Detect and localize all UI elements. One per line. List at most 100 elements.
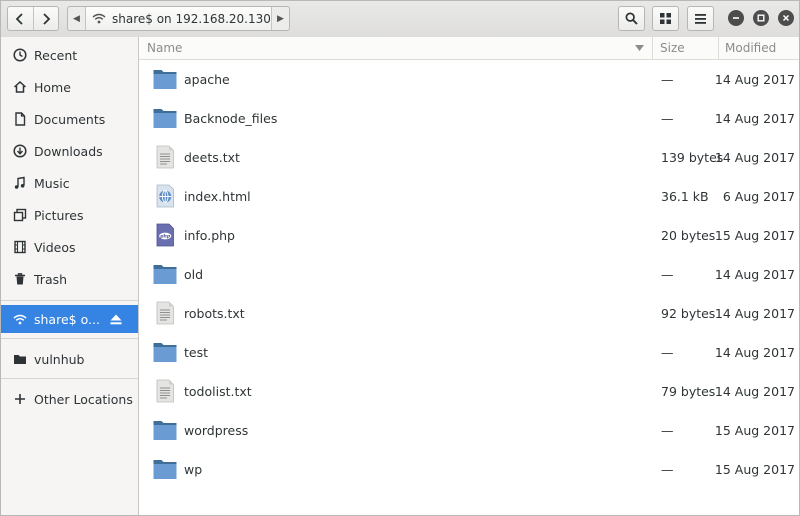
table-row[interactable]: Backnode_files —14 Aug 2017 xyxy=(139,99,799,138)
table-row[interactable]: index.html 36.1 kB 6 Aug 2017 xyxy=(139,177,799,216)
back-button[interactable] xyxy=(8,7,33,30)
file-modified: 15 Aug 2017 xyxy=(714,462,795,477)
sidebar-separator xyxy=(1,378,138,379)
music-icon xyxy=(13,176,27,190)
file-name: info.php xyxy=(184,228,235,243)
table-row[interactable]: deets.txt 139 bytes 14 Aug 2017 xyxy=(139,138,799,177)
search-button[interactable] xyxy=(618,6,645,31)
sidebar-item-documents[interactable]: Documents xyxy=(1,105,138,133)
sidebar-item-downloads[interactable]: Downloads xyxy=(1,137,138,165)
table-row[interactable]: old —14 Aug 2017 xyxy=(139,255,799,294)
text-file-icon xyxy=(153,379,177,403)
file-modified: 14 Aug 2017 xyxy=(714,267,795,282)
column-header-label: Size xyxy=(660,41,685,55)
file-modified: 6 Aug 2017 xyxy=(722,189,795,204)
column-header-label: Name xyxy=(147,41,183,55)
folder-icon xyxy=(153,457,177,481)
sidebar-item-label: Music xyxy=(34,175,70,191)
file-modified: 14 Aug 2017 xyxy=(714,306,795,321)
sidebar-item-home[interactable]: Home xyxy=(1,73,138,101)
chevron-right-icon xyxy=(43,12,51,25)
file-modified: 15 Aug 2017 xyxy=(714,228,795,243)
file-name: wordpress xyxy=(184,423,249,438)
column-header-name[interactable]: Name xyxy=(139,37,653,59)
search-icon xyxy=(625,12,638,25)
sidebar-item-label: Documents xyxy=(34,111,106,127)
column-header-row: Name Size Modified xyxy=(139,37,799,60)
column-header-modified[interactable]: Modified xyxy=(719,37,799,59)
close-button[interactable] xyxy=(778,10,794,26)
file-modified: 15 Aug 2017 xyxy=(714,423,795,438)
file-name: Backnode_files xyxy=(184,111,278,126)
table-row[interactable]: php info.php 20 bytes 15 Aug 2017 xyxy=(139,216,799,255)
sidebar-item-label: vulnhub xyxy=(34,351,85,367)
sidebar-item-label: Home xyxy=(34,79,71,95)
file-name: index.html xyxy=(184,189,251,204)
file-name: old xyxy=(184,267,204,282)
eject-icon[interactable] xyxy=(110,313,122,328)
file-name: todolist.txt xyxy=(184,384,252,399)
close-icon xyxy=(782,14,790,22)
html-file-icon xyxy=(153,184,177,208)
sidebar-item-label: Recent xyxy=(34,47,78,63)
sidebar-item-videos[interactable]: Videos xyxy=(1,233,138,261)
location-label: share$ on 192.168.20.130 xyxy=(112,11,271,26)
column-header-size[interactable]: Size xyxy=(653,37,719,59)
path-crumb-share[interactable]: share$ on 192.168.20.130 xyxy=(86,7,271,30)
path-scroll-left-button[interactable]: ◀ xyxy=(68,7,86,30)
sidebar-separator xyxy=(1,300,138,301)
clock-icon xyxy=(13,48,27,62)
column-header-label: Modified xyxy=(725,41,777,55)
hamburger-menu-icon xyxy=(695,13,706,24)
file-name: wp xyxy=(184,462,203,477)
folder-icon xyxy=(153,418,177,442)
folder-icon xyxy=(153,340,177,364)
sidebar-item-trash[interactable]: Trash xyxy=(1,265,138,293)
folder-icon xyxy=(13,352,27,366)
sidebar-item-label: Downloads xyxy=(34,143,103,159)
grid-icon xyxy=(660,13,671,24)
sidebar-item-music[interactable]: Music xyxy=(1,169,138,197)
table-row[interactable]: wp —15 Aug 2017 xyxy=(139,450,799,489)
file-name: apache xyxy=(184,72,230,87)
view-grid-button[interactable] xyxy=(652,6,679,31)
forward-button[interactable] xyxy=(32,7,59,30)
folder-icon xyxy=(153,106,177,130)
navigation-buttons xyxy=(7,6,59,31)
file-modified: 14 Aug 2017 xyxy=(714,111,795,126)
php-file-icon: php xyxy=(153,223,177,247)
sidebar-item-label: Other Locations xyxy=(34,391,133,407)
video-icon xyxy=(13,240,27,254)
table-row[interactable]: todolist.txt 79 bytes 14 Aug 2017 xyxy=(139,372,799,411)
sidebar-item-network-share[interactable]: share$ o... xyxy=(1,305,138,333)
chevron-left-icon xyxy=(15,12,23,25)
table-row[interactable]: apache —14 Aug 2017 xyxy=(139,60,799,99)
sidebar-item-recent[interactable]: Recent xyxy=(1,41,138,69)
svg-text:php: php xyxy=(159,234,171,240)
sidebar-item-other-locations[interactable]: Other Locations xyxy=(1,385,138,413)
folder-icon xyxy=(153,262,177,286)
file-modified: 14 Aug 2017 xyxy=(714,72,795,87)
sidebar-separator xyxy=(1,338,138,339)
wifi-icon xyxy=(92,13,106,24)
file-modified: 14 Aug 2017 xyxy=(714,150,795,165)
sidebar-item-label: Trash xyxy=(34,271,68,287)
path-bar: ◀ share$ on 192.168.20.130 ▶ xyxy=(67,6,290,31)
sidebar-item-pictures[interactable]: Pictures xyxy=(1,201,138,229)
home-icon xyxy=(13,80,27,94)
file-list-view: Name Size Modified apache —14 Aug 2017 Bac… xyxy=(139,37,799,515)
text-file-icon xyxy=(153,145,177,169)
maximize-button[interactable] xyxy=(753,10,769,26)
minimize-icon xyxy=(733,17,739,19)
plus-icon xyxy=(13,392,27,406)
table-row[interactable]: test —14 Aug 2017 xyxy=(139,333,799,372)
sidebar-item-vulnhub[interactable]: vulnhub xyxy=(1,345,138,373)
menu-button[interactable] xyxy=(687,6,714,31)
wifi-icon xyxy=(13,312,27,326)
path-scroll-right-button[interactable]: ▶ xyxy=(271,7,289,30)
table-row[interactable]: wordpress —15 Aug 2017 xyxy=(139,411,799,450)
folder-icon xyxy=(153,67,177,91)
minimize-button[interactable] xyxy=(728,10,744,26)
table-row[interactable]: robots.txt 92 bytes 14 Aug 2017 xyxy=(139,294,799,333)
file-name: deets.txt xyxy=(184,150,240,165)
